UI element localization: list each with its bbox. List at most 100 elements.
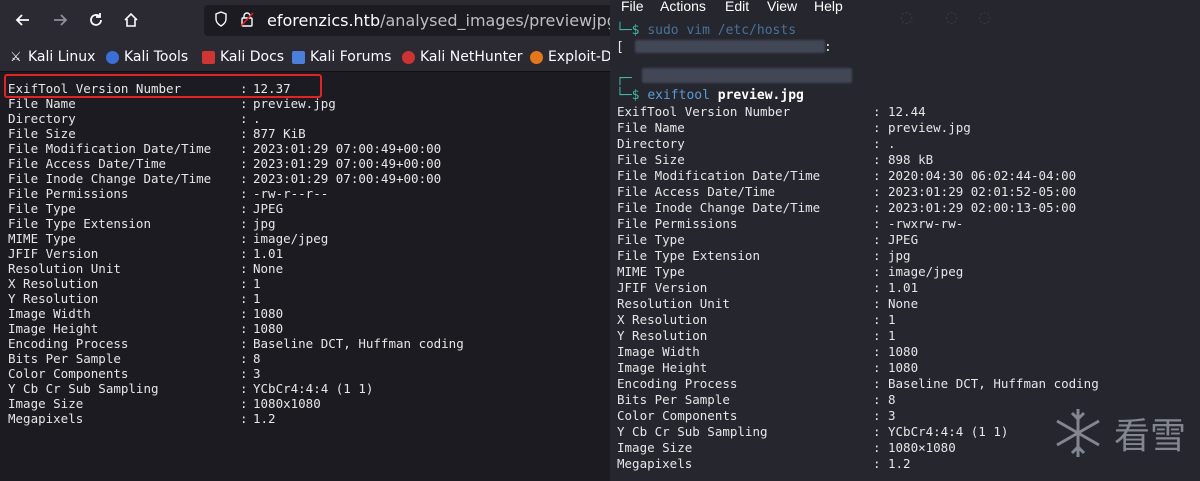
bookmark-label: Kali Tools [124, 49, 189, 65]
exif-key: File Inode Change Date/Time [8, 171, 212, 186]
exif-key: File Modification Date/Time [617, 168, 821, 183]
menu-edit[interactable]: Edit [725, 0, 749, 14]
url-text: eforenzics.htb/analysed_images/previewjp… [267, 11, 610, 30]
exif-separator: : [873, 232, 881, 247]
exif-separator: : [873, 456, 881, 471]
exif-value: image/jpeg [888, 264, 964, 279]
exif-key: File Name [8, 96, 76, 111]
exif-key: Resolution Unit [8, 261, 121, 276]
exif-separator: : [240, 366, 248, 381]
exif-separator: : [873, 280, 881, 295]
exif-value: 8 [888, 392, 896, 407]
exif-value: YCbCr4:4:4 (1 1) [888, 424, 1009, 439]
home-icon[interactable] [118, 7, 144, 33]
exif-key: Bits Per Sample [8, 351, 121, 366]
exif-value: preview.jpg [888, 120, 971, 135]
exif-value: 1080 [888, 344, 919, 359]
exif-separator: : [240, 186, 248, 201]
exif-separator: : [873, 120, 881, 135]
menu-actions[interactable]: Actions [660, 0, 706, 14]
bookmark-kali-forums[interactable]: Kali Forums [292, 47, 391, 67]
browser-window: eforenzics.htb/analysed_images/previewjp… [0, 0, 610, 481]
command-text: sudo vim /etc/hosts [647, 23, 797, 38]
exif-value: JPEG [253, 201, 284, 216]
menu-file[interactable]: File [621, 0, 644, 14]
exif-key: File Access Date/Time [617, 184, 776, 199]
exif-value: 2023:01:29 07:00:49+00:00 [253, 171, 442, 186]
faint-app-icon: ◌ [945, 8, 959, 26]
exif-separator: : [873, 184, 881, 199]
exif-value: 1080 [253, 306, 284, 321]
bookmark-label: Kali Linux [28, 49, 96, 65]
output-bracket: [ [616, 40, 624, 55]
exif-separator: : [240, 396, 248, 411]
exif-value: preview.jpg [253, 96, 336, 111]
exif-key: File Size [617, 152, 685, 167]
exif-separator: : [240, 156, 248, 171]
exif-separator: : [240, 96, 248, 111]
exif-value: -rw-r--r-- [253, 186, 329, 201]
reload-icon[interactable] [83, 7, 109, 33]
menu-help[interactable]: Help [814, 0, 843, 14]
exif-key: File Access Date/Time [8, 156, 167, 171]
exif-separator: : [873, 104, 881, 119]
exif-separator: : [240, 231, 248, 246]
watermark-text: 看雪 [1113, 416, 1186, 457]
faint-shield-icon: ◌ [900, 8, 914, 26]
menu-view[interactable]: View [767, 0, 797, 14]
prompt-symbol: └─$ [616, 88, 648, 103]
exif-value: 1.01 [888, 280, 919, 295]
exif-key: Y Resolution [8, 291, 99, 306]
exif-value: JPEG [888, 232, 919, 247]
exif-value: . [888, 136, 896, 151]
exif-key: X Resolution [617, 312, 708, 327]
bookmark-exploit-db[interactable]: Exploit-D [530, 47, 610, 67]
exif-key: File Size [8, 126, 76, 141]
exif-value: 8 [253, 351, 261, 366]
address-bar[interactable]: eforenzics.htb/analysed_images/previewjp… [204, 5, 610, 36]
prompt-corner: ┌─ [616, 71, 632, 86]
command-argument: preview.jpg [717, 88, 804, 103]
forward-arrow-icon[interactable] [47, 7, 73, 33]
exif-separator: : [240, 111, 248, 126]
exif-separator: : [240, 261, 248, 276]
exif-key: JFIF Version [8, 246, 99, 261]
exif-separator: : [240, 246, 248, 261]
exif-value: image/jpeg [253, 231, 329, 246]
exif-value: jpg [253, 216, 276, 231]
exif-value: 1 [888, 328, 896, 343]
exif-separator: : [240, 276, 248, 291]
version-highlight-box [4, 74, 322, 98]
back-arrow-icon[interactable] [10, 7, 36, 33]
exif-value: 3 [888, 408, 896, 423]
kali-tools-icon [106, 50, 119, 64]
exif-value: 2020:04:30 06:02:44-04:00 [888, 168, 1077, 183]
bookmark-kali-tools[interactable]: Kali Tools [106, 47, 188, 67]
exif-key: Megapixels [8, 411, 84, 426]
exif-value: 1 [888, 312, 896, 327]
exif-key: File Modification Date/Time [8, 141, 212, 156]
exif-separator: : [873, 440, 881, 455]
shield-icon[interactable] [214, 11, 228, 31]
url-domain: eforenzics.htb [267, 11, 381, 30]
insecure-lock-icon[interactable] [240, 11, 254, 31]
terminal-window: File Actions Edit View Help ◌ ◌ ◌ └─$ su… [610, 0, 1200, 481]
exif-key: Directory [8, 111, 76, 126]
exif-key: Color Components [8, 366, 129, 381]
exif-key: File Type [617, 232, 685, 247]
exif-separator: : [873, 376, 881, 391]
exif-separator: : [240, 336, 248, 351]
bookmark-kali-linux[interactable]: ⚔ Kali Linux [10, 47, 95, 67]
snowflake-icon [1056, 409, 1100, 457]
kali-docs-icon [202, 50, 215, 64]
exif-key: MIME Type [617, 264, 685, 279]
bookmark-kali-docs[interactable]: Kali Docs [202, 47, 284, 67]
kali-forums-icon [292, 50, 305, 64]
exif-separator: : [873, 296, 881, 311]
bookmark-kali-nethunter[interactable]: Kali NetHunter [402, 47, 522, 67]
exif-key: Image Width [617, 344, 700, 359]
nethunter-icon [402, 50, 415, 64]
exif-separator: : [873, 408, 881, 423]
exif-value: 1080 [888, 360, 919, 375]
watermark: 看雪 [1050, 405, 1186, 461]
